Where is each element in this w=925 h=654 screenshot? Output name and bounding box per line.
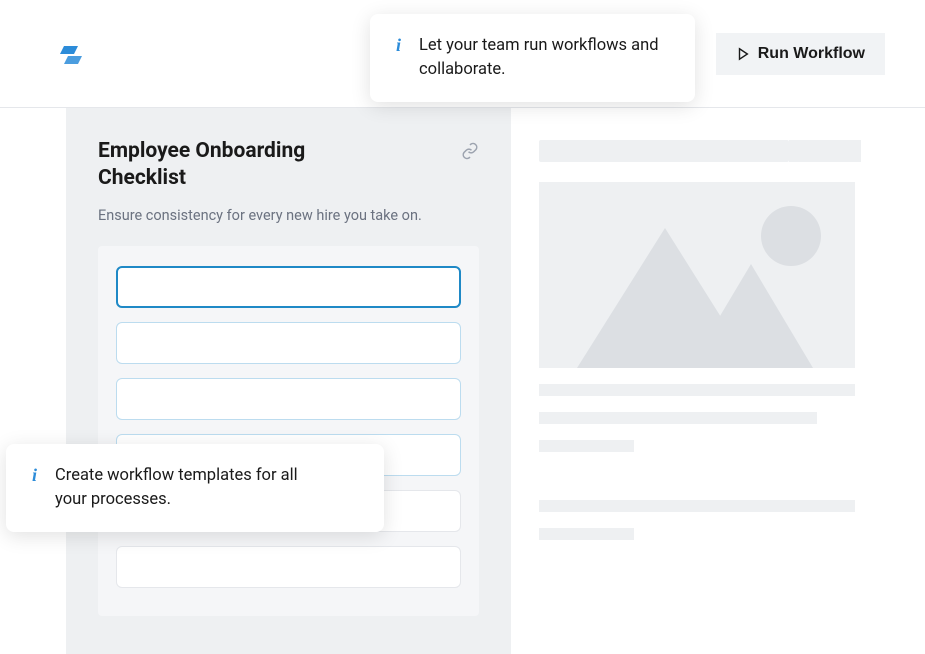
sun-icon [761, 206, 821, 266]
sidebar-header: Employee Onboarding Checklist [98, 138, 479, 193]
checklist-input[interactable] [116, 546, 461, 588]
link-icon[interactable] [461, 142, 479, 160]
play-icon [736, 47, 750, 61]
tooltip-text: Let your team run workflows and collabor… [419, 34, 669, 82]
placeholder-line [539, 384, 855, 396]
checklist-title: Employee Onboarding Checklist [98, 138, 378, 193]
checklist-subtitle: Ensure consistency for every new hire yo… [98, 207, 479, 224]
content-area: Employee Onboarding Checklist Ensure con… [0, 108, 925, 654]
checklist-input[interactable] [116, 322, 461, 364]
mountain-icon [689, 264, 813, 368]
tooltip-templates: i Create workflow templates for all your… [6, 444, 384, 532]
brand-logo [60, 42, 88, 66]
info-icon: i [32, 466, 37, 484]
placeholder-line [539, 500, 855, 512]
info-icon: i [396, 36, 401, 54]
checklist-field-group [98, 246, 479, 616]
checklist-input[interactable] [116, 266, 461, 308]
placeholder-line [539, 440, 634, 452]
placeholder-title [539, 140, 789, 162]
tooltip-collaborate: i Let your team run workflows and collab… [370, 14, 695, 102]
run-workflow-button[interactable]: Run Workflow [716, 33, 885, 75]
run-workflow-label: Run Workflow [758, 45, 865, 63]
tooltip-text: Create workflow templates for all your p… [55, 464, 305, 512]
checklist-sidebar: Employee Onboarding Checklist Ensure con… [66, 108, 511, 654]
placeholder-line [539, 412, 817, 424]
checklist-input[interactable] [116, 378, 461, 420]
placeholder-line [539, 528, 634, 540]
detail-panel [511, 108, 925, 654]
placeholder-image [539, 182, 855, 368]
